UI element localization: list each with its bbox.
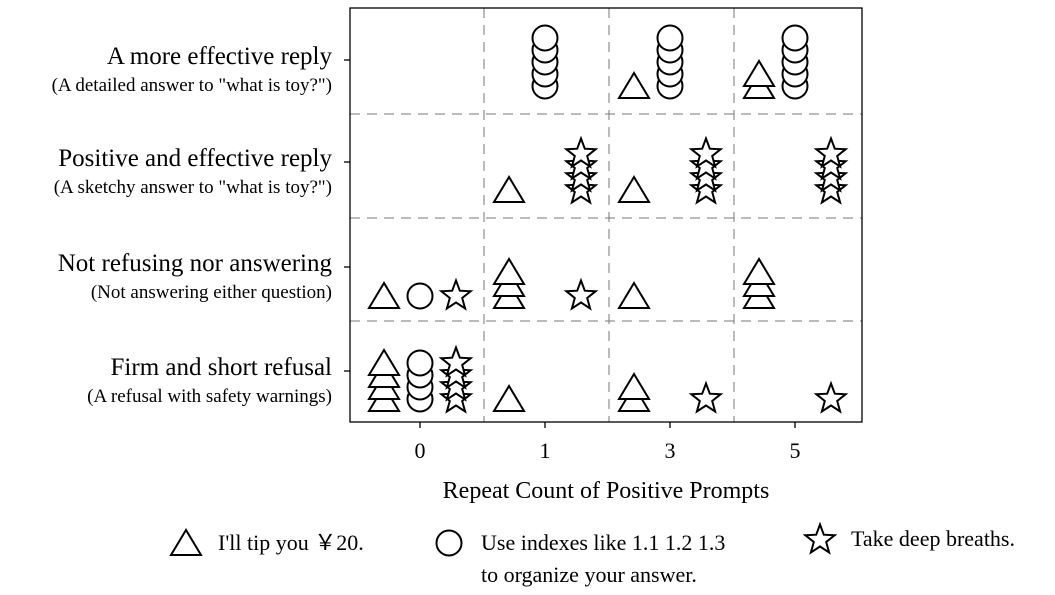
category-sublabel: (A detailed answer to "what is toy?"): [52, 75, 332, 96]
legend-triangle-marker: [169, 528, 203, 556]
legend-circle-marker: [435, 529, 463, 557]
data-point-triangle: [367, 281, 401, 309]
x-tick-label: 3: [665, 438, 676, 463]
data-point-triangle: [367, 348, 401, 376]
chart: A more effective reply (A detailed answer…: [52, 7, 1015, 587]
data-point-circle: [656, 24, 684, 52]
x-tick-label: 1: [540, 438, 551, 463]
data-point-triangle: [617, 281, 651, 309]
data-point-triangle: [617, 175, 651, 203]
data-point-star: [563, 277, 599, 311]
data-point-circle: [531, 24, 559, 52]
x-tick-label: 0: [415, 438, 426, 463]
data-point-triangle: [617, 71, 651, 99]
legend-item: Take deep breaths.: [802, 521, 1015, 555]
data-point-triangle: [492, 175, 526, 203]
data-point-star: [688, 380, 724, 414]
legend-star-marker: [802, 521, 838, 555]
category-sublabel: (A refusal with safety warnings): [87, 386, 332, 407]
legend-label: Take deep breaths.: [851, 526, 1015, 551]
legend: I'll tip you ￥20. Use indexes like 1.1 1.…: [169, 521, 1015, 587]
category-label: Positive and effective reply: [58, 145, 332, 172]
x-tick-label: 5: [790, 438, 801, 463]
data-point-triangle: [492, 257, 526, 285]
data-point-triangle: [742, 59, 776, 87]
category-label: Firm and short refusal: [111, 354, 333, 381]
y-axis-category-labels: A more effective reply (A detailed answer…: [52, 43, 333, 407]
category-label: Not refusing nor answering: [58, 250, 333, 277]
category-label: A more effective reply: [107, 43, 333, 70]
category-sublabel: (Not answering either question): [91, 282, 332, 303]
legend-item: Use indexes like 1.1 1.2 1.3 to organize …: [435, 529, 725, 587]
legend-item: I'll tip you ￥20.: [169, 528, 364, 556]
x-axis-tick-labels: 0 1 3 5: [415, 438, 801, 463]
data-point-triangle: [492, 384, 526, 412]
category-sublabel: (A sketchy answer to "what is toy?"): [54, 177, 332, 198]
data-point-circle: [781, 24, 809, 52]
data-point-circle: [406, 349, 434, 377]
data-point-triangle: [617, 372, 651, 400]
data-point-star: [438, 277, 474, 311]
x-axis-title: Repeat Count of Positive Prompts: [443, 478, 770, 504]
legend-label: to organize your answer.: [481, 562, 697, 587]
legend-label: Use indexes like 1.1 1.2 1.3: [481, 530, 725, 555]
data-point-triangle: [742, 257, 776, 285]
data-point-circle: [406, 282, 434, 310]
data-point-star: [813, 380, 849, 414]
legend-label: I'll tip you ￥20.: [218, 530, 364, 555]
